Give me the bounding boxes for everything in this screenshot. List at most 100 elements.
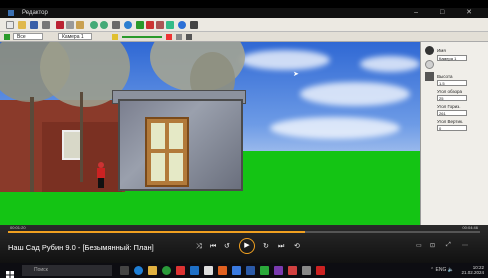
person-figure (96, 162, 106, 188)
chrome-icon[interactable] (162, 266, 171, 275)
fov-label: Угол обзора (437, 89, 462, 94)
app-icon-purple[interactable] (274, 266, 283, 275)
clock[interactable]: 10:22 21.02.2024 (461, 265, 484, 275)
windows-start-icon[interactable] (6, 266, 14, 278)
more-options-icon[interactable]: ⋯ (462, 242, 468, 249)
camera-icon[interactable] (190, 21, 198, 29)
app-icon-red[interactable] (176, 266, 185, 275)
cloud (270, 117, 400, 139)
mouse-cursor-icon: ➤ (293, 71, 299, 78)
rewind-icon[interactable]: ↺ (224, 242, 230, 252)
word-icon[interactable] (246, 266, 255, 275)
season-select[interactable]: Все сезоны (13, 33, 43, 47)
subtitles-icon[interactable]: ▭ (416, 242, 422, 249)
vertical-angle-label: Угол Вертик. (437, 119, 464, 124)
name-field[interactable]: Камера 1 (437, 55, 467, 61)
name-label: Имя (437, 48, 446, 53)
time-elapsed: 00:01:20 (10, 225, 26, 230)
new-file-icon[interactable] (6, 21, 14, 29)
cloud (240, 50, 330, 70)
window-controls[interactable]: – □ ✕ (414, 8, 482, 18)
height-field[interactable]: 1.5 (437, 80, 467, 86)
copy-icon[interactable] (66, 21, 74, 29)
play-button[interactable]: ▶ (239, 238, 255, 254)
explorer-icon[interactable] (148, 266, 157, 275)
edge-icon[interactable] (134, 266, 143, 275)
app-icon-orange[interactable] (218, 266, 227, 275)
globe-icon[interactable] (124, 21, 132, 29)
height-label: Высота (437, 74, 453, 79)
redo-icon[interactable] (100, 21, 108, 29)
seek-bar[interactable] (8, 231, 480, 233)
tree-tool-icon[interactable] (136, 21, 144, 29)
chart-icon[interactable] (166, 21, 174, 29)
media-player-icon[interactable] (288, 266, 297, 275)
chevron-up-icon[interactable]: ⌃ (430, 267, 434, 273)
door-pane (151, 123, 165, 149)
volume-icon[interactable]: 🔈 (448, 267, 454, 273)
language-indicator[interactable]: ENG (436, 267, 447, 273)
tree-trunk (30, 97, 34, 192)
house-icon[interactable] (156, 21, 164, 29)
app-icon (8, 10, 14, 16)
print-icon[interactable] (42, 21, 50, 29)
door-pane (169, 153, 183, 181)
tree-trunk (80, 92, 83, 182)
app-icon-blue[interactable] (232, 266, 241, 275)
taskbar: Поиск ⌃ ENG 🔈 10:22 21.02.2024 (0, 263, 488, 278)
previous-icon[interactable]: ⏮ (210, 242, 216, 252)
cloud (300, 82, 410, 106)
horizontal-angle-label: Угол Гориз. (437, 104, 461, 109)
window-title: Редактор (22, 10, 48, 16)
app-icon-green[interactable] (260, 266, 269, 275)
scene-viewport[interactable]: ➤ (0, 42, 420, 225)
fov-field[interactable]: 25 (437, 95, 467, 101)
slider-track[interactable] (122, 36, 162, 38)
time-total: 00:04:46 (462, 225, 478, 230)
taskbar-search[interactable]: Поиск (22, 265, 112, 276)
app-icon-red2[interactable] (316, 266, 325, 275)
cloud (360, 56, 420, 72)
video-player: 00:01:20 00:04:46 Наш Сад Рубин 9.0 - [Б… (0, 225, 488, 263)
greenhouse-door (145, 117, 189, 187)
height-icon (425, 72, 434, 81)
task-view-icon[interactable] (120, 266, 129, 275)
paint-icon[interactable] (146, 21, 154, 29)
open-folder-icon[interactable] (18, 21, 26, 29)
app-icon-gray[interactable] (302, 266, 311, 275)
seek-bar-progress (8, 231, 306, 233)
sun-icon[interactable] (166, 34, 172, 40)
horizontal-angle-field[interactable]: 261 (437, 110, 467, 116)
video-title: Наш Сад Рубин 9.0 - [Безымянный: План] (8, 243, 154, 252)
tray-icons[interactable]: ⌃ ENG 🔈 (430, 267, 454, 273)
camera-select[interactable]: Камера 1 (58, 33, 92, 40)
light-icon[interactable] (112, 34, 118, 40)
paste-icon[interactable] (76, 21, 84, 29)
target-icon (425, 60, 434, 69)
settings-icon[interactable] (186, 34, 192, 40)
fullscreen-icon[interactable]: ⤢ (446, 242, 451, 249)
save-icon[interactable] (30, 21, 38, 29)
fog-icon[interactable] (176, 34, 182, 40)
shuffle-icon[interactable]: ⤨ (196, 242, 202, 252)
screen: Редактор – □ ✕ Все сезоны Камера 1 (0, 0, 488, 278)
help-icon[interactable] (178, 21, 186, 29)
title-bar: Редактор – □ ✕ (0, 8, 488, 18)
mail-icon[interactable] (190, 266, 199, 275)
door-pane (169, 123, 183, 149)
camera-icon (425, 46, 434, 55)
undo-icon[interactable] (90, 21, 98, 29)
next-icon[interactable]: ⏭ (278, 242, 284, 252)
door-pane (151, 153, 165, 181)
clock-date: 21.02.2024 (461, 270, 484, 275)
house-window (62, 130, 82, 160)
vertical-angle-field[interactable]: 0 (437, 125, 467, 131)
grid-icon[interactable] (112, 21, 120, 29)
store-icon[interactable] (204, 266, 213, 275)
season-icon (4, 34, 10, 40)
cut-icon[interactable] (56, 21, 64, 29)
properties-panel: Имя Камера 1 Высота 1.5 Угол обзора 25 У… (420, 42, 488, 225)
repeat-icon[interactable]: ⟲ (294, 242, 300, 252)
forward-icon[interactable]: ↻ (263, 242, 269, 252)
cast-icon[interactable]: ⊡ (430, 242, 435, 249)
